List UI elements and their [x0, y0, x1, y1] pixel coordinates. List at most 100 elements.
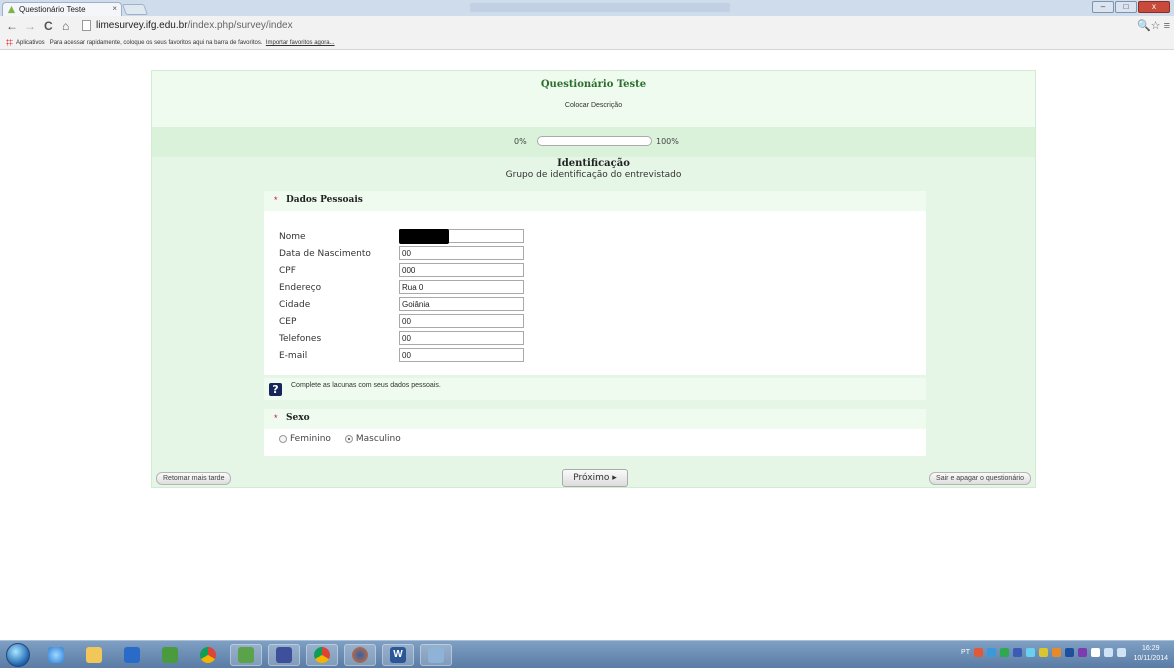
mandatory-mark: *	[274, 195, 278, 205]
radio-button[interactable]	[279, 435, 287, 443]
radio-masculino[interactable]: Masculino	[344, 434, 401, 444]
volume-icon[interactable]	[1117, 648, 1126, 657]
tray-icon[interactable]	[1039, 648, 1048, 657]
new-tab-button[interactable]	[121, 4, 149, 15]
explorer-icon[interactable]	[78, 644, 110, 666]
word-icon[interactable]: W	[382, 644, 414, 666]
import-bookmarks-link[interactable]: Importar favoritos agora...	[266, 40, 335, 46]
tray-icon[interactable]	[1078, 648, 1087, 657]
cidade-input[interactable]: Goiânia	[399, 297, 524, 311]
tray-icon[interactable]	[1052, 648, 1061, 657]
clock[interactable]: 16:29 10/11/2014	[1133, 644, 1168, 664]
survey-footer: Retomar mais tarde Próximo ▸ Sair e apag…	[152, 468, 1035, 489]
toolbar-right-icons[interactable]: 🔍☆ ≡	[1137, 19, 1170, 32]
cep-input[interactable]: 00	[399, 314, 524, 328]
window-title-blurred	[470, 3, 730, 12]
survey-title: Questionário Teste	[540, 79, 647, 90]
bookmarks-hint: Para acessar rapidamente, coloque os seu…	[49, 40, 263, 46]
field-label: CPF	[279, 266, 296, 276]
browser-tab[interactable]: Questionário Teste ×	[2, 2, 122, 16]
group-title: Identificação	[557, 158, 630, 169]
question-title: Sexo	[286, 413, 310, 423]
close-window-button[interactable]: x	[1138, 1, 1170, 13]
address-bar[interactable]: limesurvey.ifg.edu.br/index.php/survey/i…	[82, 19, 1102, 34]
back-icon[interactable]: ←	[6, 19, 18, 33]
survey-container: Questionário Teste Colocar Descrição 0% …	[151, 70, 1036, 488]
field-label: Cidade	[279, 300, 311, 310]
chrome-icon[interactable]	[192, 644, 224, 666]
question-dados-pessoais: * Dados Pessoais Nome Data de Nascimento…	[264, 191, 926, 400]
progress-end-label: 100%	[656, 137, 679, 146]
field-label: Telefones	[279, 334, 322, 344]
radio-feminino[interactable]: Feminino	[279, 434, 331, 444]
tray-icon[interactable]	[1026, 648, 1035, 657]
question-header: * Dados Pessoais	[264, 191, 926, 211]
reload-icon[interactable]: C	[44, 19, 53, 33]
browser-titlebar: Questionário Teste × – □ x	[0, 0, 1174, 16]
sexo-radio-group: Feminino Masculino	[279, 434, 401, 444]
cpf-input[interactable]: 000	[399, 263, 524, 277]
tray-language[interactable]: PT	[961, 648, 970, 657]
redaction-block	[399, 229, 449, 244]
browser-toolbar: ← → C ⌂ limesurvey.ifg.edu.br/index.php/…	[0, 16, 1174, 36]
bookmarks-apps[interactable]: Aplicativos	[16, 40, 45, 46]
ie-icon[interactable]	[40, 644, 72, 666]
next-button[interactable]: Próximo ▸	[562, 469, 628, 487]
field-label: Nome	[279, 232, 306, 242]
field-label: CEP	[279, 317, 297, 327]
field-label: Endereço	[279, 283, 322, 293]
field-row-telefones: Telefones 00	[279, 331, 679, 346]
telefones-input[interactable]: 00	[399, 331, 524, 345]
data-nascimento-input[interactable]: 00	[399, 246, 524, 260]
field-row-cpf: CPF 000	[279, 263, 679, 278]
question-body: Feminino Masculino	[264, 429, 926, 456]
radio-label: Masculino	[355, 434, 401, 444]
tray-icon[interactable]	[1065, 648, 1074, 657]
flag-icon[interactable]	[1091, 648, 1100, 657]
resume-later-button[interactable]: Retomar mais tarde	[156, 472, 232, 485]
tray-icon[interactable]	[974, 648, 983, 657]
url-path: /index.php/survey/index	[187, 20, 293, 31]
outlook-icon[interactable]	[116, 644, 148, 666]
clock-date: 10/11/2014	[1133, 655, 1168, 662]
field-label: Data de Nascimento	[279, 249, 371, 259]
apps-grid-icon[interactable]	[6, 38, 13, 46]
limesurvey-favicon-icon	[7, 5, 16, 14]
group-description: Grupo de identificação do entrevistado	[505, 170, 682, 180]
url-text[interactable]: limesurvey.ifg.edu.br/index.php/survey/i…	[96, 19, 293, 33]
forward-icon[interactable]: →	[24, 19, 36, 33]
app-grid-icon[interactable]	[230, 644, 262, 666]
system-tray: PT	[961, 648, 1126, 657]
url-host: limesurvey.ifg.edu.br	[96, 20, 188, 31]
network-icon[interactable]	[1104, 648, 1113, 657]
radio-button-selected[interactable]	[344, 435, 353, 443]
tray-icon[interactable]	[1013, 648, 1022, 657]
question-header: * Sexo	[264, 409, 926, 429]
mandatory-mark: *	[274, 413, 278, 423]
home-icon[interactable]: ⌂	[62, 19, 69, 33]
tab-title: Questionário Teste	[19, 5, 86, 14]
firefox-icon[interactable]	[344, 644, 376, 666]
generic-app-icon[interactable]	[420, 644, 452, 666]
media-icon[interactable]	[154, 644, 186, 666]
clear-exit-button[interactable]: Sair e apagar o questionário	[929, 472, 1031, 485]
field-row-nascimento: Data de Nascimento 00	[279, 246, 679, 261]
survey-header: Questionário Teste Colocar Descrição	[152, 71, 1035, 127]
field-row-endereco: Endereço Rua 0	[279, 280, 679, 295]
tray-icon[interactable]	[987, 648, 996, 657]
question-body: Nome Data de Nascimento 00 CPF 000 Ender…	[264, 211, 926, 375]
tab-close-icon[interactable]: ×	[112, 4, 117, 13]
start-button-icon[interactable]	[6, 643, 30, 667]
minimize-button[interactable]: –	[1092, 1, 1114, 13]
email-input[interactable]: 00	[399, 348, 524, 362]
progress-row: 0% 100%	[152, 127, 1035, 157]
chrome-window-icon[interactable]	[306, 644, 338, 666]
presentation-icon[interactable]	[268, 644, 300, 666]
field-label: E-mail	[279, 351, 308, 361]
tray-icon[interactable]	[1000, 648, 1009, 657]
bookmarks-bar: Aplicativos Para acessar rapidamente, co…	[0, 36, 1174, 50]
field-row-cep: CEP 00	[279, 314, 679, 329]
endereco-input[interactable]: Rua 0	[399, 280, 524, 294]
page-icon	[82, 20, 91, 31]
maximize-button[interactable]: □	[1115, 1, 1137, 13]
